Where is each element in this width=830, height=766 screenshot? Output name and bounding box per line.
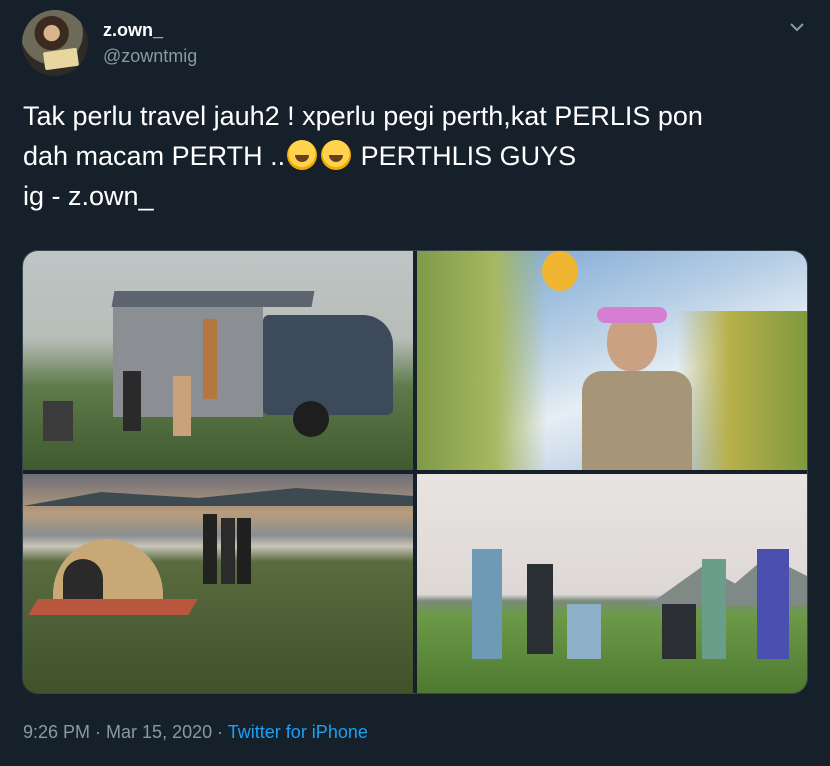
sunflower-leaves-left bbox=[417, 251, 547, 470]
laughing-emoji-icon bbox=[287, 140, 318, 170]
person bbox=[757, 549, 789, 659]
author-name[interactable]: z.own_ bbox=[103, 20, 163, 41]
person bbox=[221, 518, 235, 584]
tweet-text: Tak perlu travel jauh2 ! xperlu pegi per… bbox=[23, 96, 813, 216]
chevron-down-icon-svg bbox=[790, 22, 804, 31]
person bbox=[472, 549, 502, 659]
media-grid bbox=[22, 250, 808, 694]
person bbox=[567, 604, 601, 659]
truck-roof bbox=[111, 291, 315, 307]
tweet-line-1: Tak perlu travel jauh2 ! xperlu pegi per… bbox=[23, 101, 703, 131]
sunflower-leaves-right bbox=[677, 311, 807, 470]
person bbox=[43, 401, 73, 441]
camper-truck-photo[interactable] bbox=[23, 251, 413, 470]
group-field-photo[interactable] bbox=[417, 474, 807, 693]
ground-mat bbox=[28, 599, 198, 615]
body bbox=[582, 371, 692, 470]
lakeside-tent-photo[interactable] bbox=[23, 474, 413, 693]
chevron-down-icon[interactable] bbox=[786, 16, 808, 38]
laughing-emoji-icon bbox=[321, 140, 352, 170]
author-handle[interactable]: @zowntmig bbox=[103, 46, 197, 67]
flower-crown bbox=[597, 307, 667, 323]
sunflower-head bbox=[542, 251, 578, 291]
meta-separator: · bbox=[212, 722, 228, 742]
person bbox=[662, 604, 696, 659]
avatar-sign bbox=[42, 47, 80, 71]
tweet-line-2-suffix: PERTHLIS GUYS bbox=[353, 141, 577, 171]
person bbox=[702, 559, 726, 659]
meta-separator: · bbox=[90, 722, 107, 742]
person bbox=[173, 376, 191, 436]
tweet-meta: 9:26 PM · Mar 15, 2020 · Twitter for iPh… bbox=[23, 722, 368, 743]
tweet-date[interactable]: Mar 15, 2020 bbox=[106, 722, 212, 742]
tent-door bbox=[63, 559, 103, 604]
camper-door bbox=[203, 319, 217, 399]
source-link[interactable]: Twitter for iPhone bbox=[228, 722, 368, 742]
tweet-time[interactable]: 9:26 PM bbox=[23, 722, 90, 742]
person bbox=[527, 564, 553, 654]
person bbox=[237, 518, 251, 584]
sunflower-photo[interactable] bbox=[417, 251, 807, 470]
mountains bbox=[23, 488, 413, 506]
tweet-line-3: ig - z.own_ bbox=[23, 181, 154, 211]
person bbox=[123, 371, 141, 431]
truck-cab bbox=[263, 315, 393, 415]
tweet-line-2-prefix: dah macam PERTH .. bbox=[23, 141, 286, 171]
person bbox=[203, 514, 217, 584]
truck-wheel bbox=[293, 401, 329, 437]
avatar[interactable] bbox=[22, 10, 88, 76]
